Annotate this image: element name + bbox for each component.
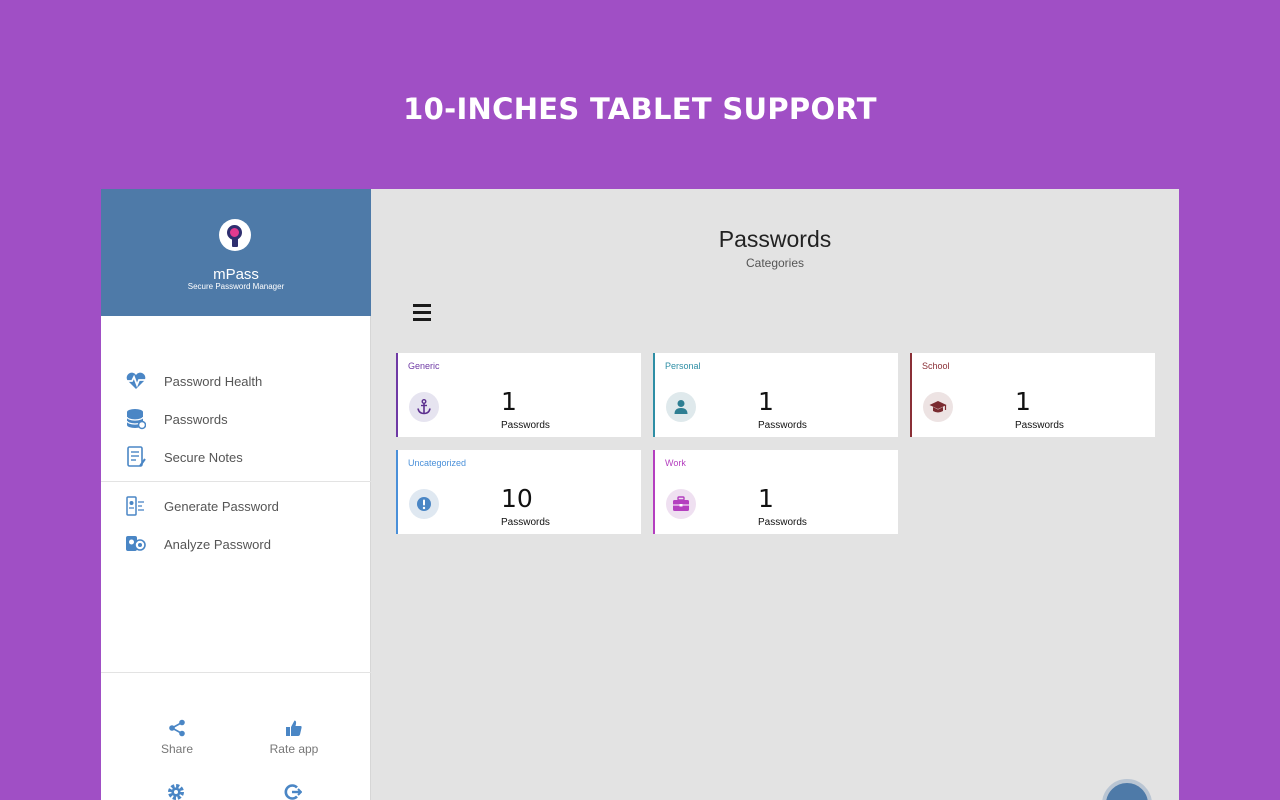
graduation-cap-icon — [923, 392, 953, 422]
hamburger-menu-icon[interactable] — [413, 304, 433, 324]
category-card-personal[interactable]: Personal 1 Passwords — [653, 353, 898, 437]
app-logo-icon — [219, 219, 251, 251]
page-title: Passwords — [718, 226, 832, 252]
category-card-work[interactable]: Work 1 Passwords — [653, 450, 898, 534]
logout-icon — [243, 781, 343, 800]
category-count-label: Passwords — [1015, 420, 1064, 431]
note-icon — [125, 446, 147, 468]
share-button[interactable]: Share — [127, 717, 227, 756]
category-card-uncategorized[interactable]: Uncategorized 10 Passwords — [396, 450, 641, 534]
category-count-label: Passwords — [501, 517, 550, 528]
rate-app-button[interactable]: Rate app — [244, 717, 344, 756]
heartbeat-icon — [125, 370, 147, 392]
category-card-school[interactable]: School 1 Passwords — [910, 353, 1155, 437]
category-count: 1 — [1015, 387, 1031, 416]
nav-item-generate-password[interactable]: Generate Password — [125, 491, 279, 521]
app-subtitle: Secure Password Manager — [187, 282, 285, 291]
rate-app-label: Rate app — [269, 742, 319, 756]
category-count: 1 — [758, 484, 774, 513]
promo-title: 10-INCHES TABLET SUPPORT — [403, 92, 877, 126]
category-count: 1 — [501, 387, 517, 416]
navigation-drawer: mPass Secure Password Manager Password H… — [101, 189, 371, 800]
nav-item-password-health[interactable]: Password Health — [125, 366, 262, 396]
nav-item-label: Secure Notes — [164, 449, 243, 465]
drawer-divider — [101, 481, 371, 482]
drawer-header: mPass Secure Password Manager — [101, 189, 371, 316]
person-icon — [666, 392, 696, 422]
category-count-label: Passwords — [758, 420, 807, 431]
nav-item-secure-notes[interactable]: Secure Notes — [125, 442, 243, 472]
database-icon — [125, 408, 147, 430]
generate-icon — [125, 495, 147, 517]
settings-button[interactable] — [126, 781, 226, 800]
tablet-screen: mPass Secure Password Manager Password H… — [101, 189, 1179, 800]
drawer-divider — [101, 672, 371, 673]
thumbs-up-icon — [244, 717, 344, 739]
category-name: Personal — [665, 361, 701, 371]
analyze-icon — [125, 533, 147, 555]
category-count-label: Passwords — [758, 517, 807, 528]
add-password-fab[interactable] — [1102, 779, 1152, 800]
share-icon — [127, 717, 227, 739]
nav-item-label: Passwords — [164, 411, 228, 427]
logout-button[interactable] — [243, 781, 343, 800]
category-name: Generic — [408, 361, 440, 371]
app-name: mPass — [213, 266, 259, 283]
category-card-generic[interactable]: Generic 1 Passwords — [396, 353, 641, 437]
page-subtitle: Categories — [745, 256, 805, 270]
main-content: Passwords Categories Generic 1 Passwords… — [371, 189, 1179, 800]
category-count: 10 — [501, 484, 533, 513]
nav-item-label: Generate Password — [164, 498, 279, 514]
anchor-icon — [409, 392, 439, 422]
gear-icon — [126, 781, 226, 800]
nav-item-label: Analyze Password — [164, 536, 271, 552]
category-name: Uncategorized — [408, 458, 467, 468]
briefcase-icon — [666, 489, 696, 519]
category-count: 1 — [758, 387, 774, 416]
category-name: School — [922, 361, 950, 371]
nav-item-label: Password Health — [164, 373, 263, 389]
nav-item-analyze-password[interactable]: Analyze Password — [125, 529, 271, 559]
exclamation-icon — [409, 489, 439, 519]
nav-item-passwords[interactable]: Passwords — [125, 404, 228, 434]
category-name: Work — [665, 458, 686, 468]
share-label: Share — [160, 742, 194, 756]
category-count-label: Passwords — [501, 420, 550, 431]
